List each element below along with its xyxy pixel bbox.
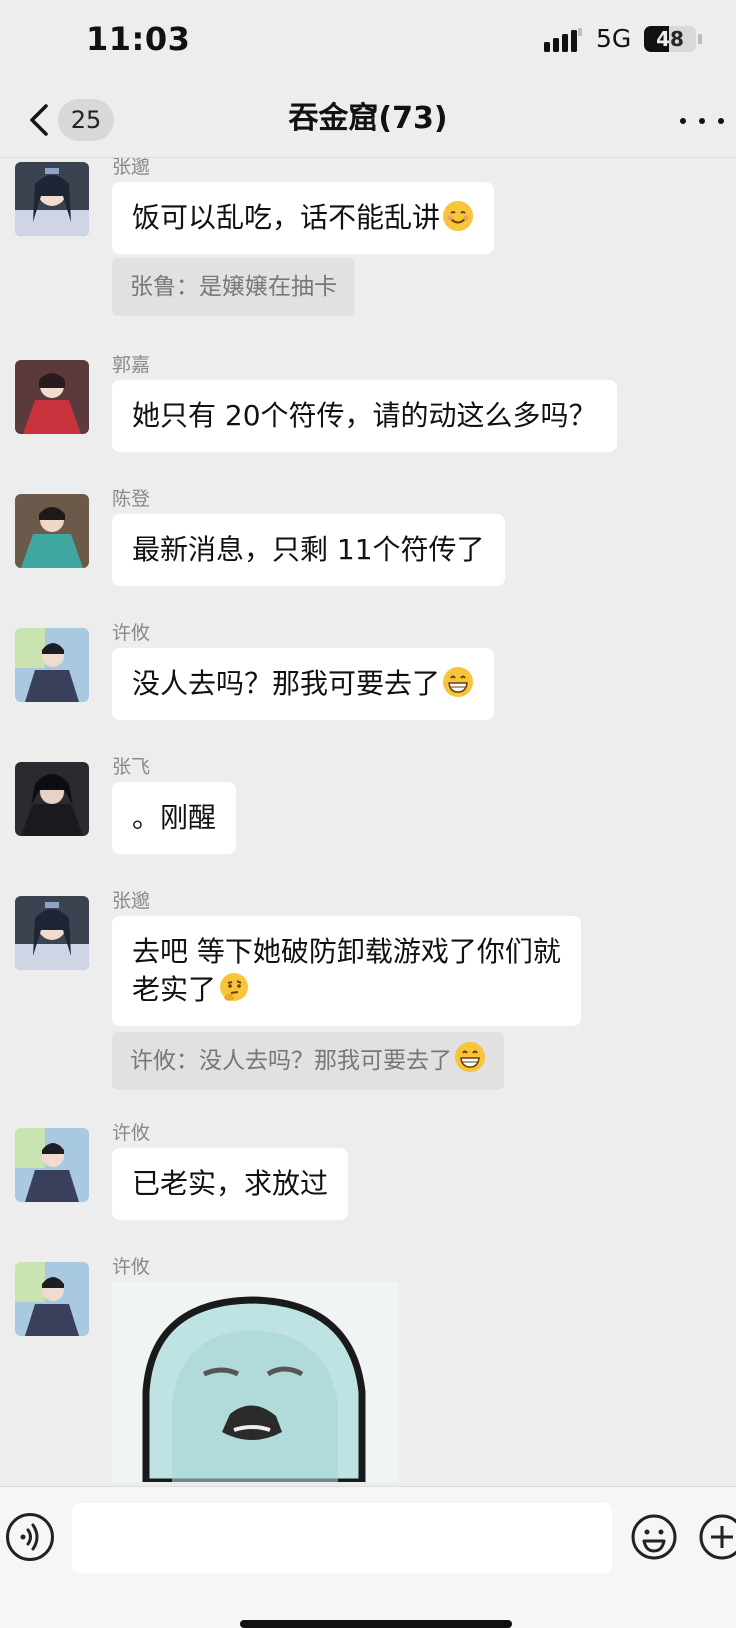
message-text: 饭可以乱吃，话不能乱讲 [132,201,441,234]
message-text: 最新消息，只剩 11个符传了 [132,533,485,566]
message-text: 去吧 等下她破防卸载游戏了你们就 [132,935,561,968]
message-bubble[interactable]: 最新消息，只剩 11个符传了 [112,514,505,586]
more-button[interactable] [680,106,724,136]
message-text: 老实了 [132,973,217,1006]
sender-name: 郭嘉 [112,354,151,376]
message-bubble[interactable]: 没人去吗？那我可要去了 [112,648,495,720]
battery-level: 48 [656,27,684,51]
network-type: 5G [596,24,632,53]
emoji-icon [631,1514,677,1560]
avatar[interactable] [15,628,89,702]
more-icon [680,118,686,124]
message-bubble[interactable]: 。刚醒 [112,782,237,854]
status-bar: 11:03 5G 48 [0,0,736,80]
avatar[interactable] [15,762,89,836]
home-indicator[interactable] [240,1620,512,1628]
avatar[interactable] [15,896,89,970]
sender-name: 张飞 [112,756,151,778]
message-bubble[interactable]: 已老实，求放过 [112,1148,349,1220]
meme-face-sticker[interactable] [112,1282,398,1482]
battery-icon: 48 [644,26,696,52]
back-chevron-icon [30,104,48,136]
quoted-text: 许攸：没人去吗？那我可要去了 [130,1048,452,1074]
message-text: 。刚醒 [132,801,217,834]
chat-message-list[interactable]: 张邈 饭可以乱吃，话不能乱讲 张鲁：是嬢嬢在抽卡 郭嘉 她只有 20个符传，请的… [0,158,736,1486]
avatar[interactable] [15,360,89,434]
plus-button[interactable] [698,1513,736,1561]
more-icon [699,118,705,124]
unread-count-badge: 25 [58,99,114,141]
avatar[interactable] [15,1262,89,1336]
quoted-message[interactable]: 张鲁：是嬢嬢在抽卡 [112,258,355,316]
message-bubble[interactable]: 她只有 20个符传，请的动这么多吗？ [112,380,617,452]
voice-icon [20,1523,39,1551]
nav-bar: 吞金窟(73) 25 [0,80,736,158]
sender-name: 许攸 [112,1256,151,1278]
thinking-face-emoji [220,973,249,1001]
plus-icon [699,1514,736,1560]
voice-button[interactable] [6,1513,54,1561]
message-text: 没人去吗？那我可要去了 [132,667,441,700]
avatar[interactable] [15,1128,89,1202]
message-bubble[interactable]: 饭可以乱吃，话不能乱讲 [112,182,495,254]
message-text: 她只有 20个符传，请的动这么多吗？ [132,399,597,432]
grinning-face-emoji [455,1042,485,1072]
emoji-button[interactable] [630,1513,678,1561]
quoted-message[interactable]: 许攸：没人去吗？那我可要去了 [112,1032,504,1090]
sender-name: 张邈 [112,158,151,178]
avatar[interactable] [15,162,89,236]
signal-icon [544,28,582,52]
avatar[interactable] [15,494,89,568]
message-text: 已老实，求放过 [132,1167,329,1200]
message-input[interactable] [72,1503,612,1573]
sender-name: 陈登 [112,488,151,510]
more-icon [718,118,724,124]
message-bubble[interactable]: 去吧 等下她破防卸载游戏了你们就 老实了 [112,916,581,1026]
status-time: 11:03 [86,20,191,58]
grinning-face-emoji [443,667,474,697]
input-bar [0,1486,736,1628]
sender-name: 许攸 [112,1122,151,1144]
sender-name: 许攸 [112,622,151,644]
smiling-face-emoji [443,201,474,231]
back-button[interactable]: 25 [26,98,116,142]
battery-nub [698,34,702,44]
sender-name: 张邈 [112,890,151,912]
